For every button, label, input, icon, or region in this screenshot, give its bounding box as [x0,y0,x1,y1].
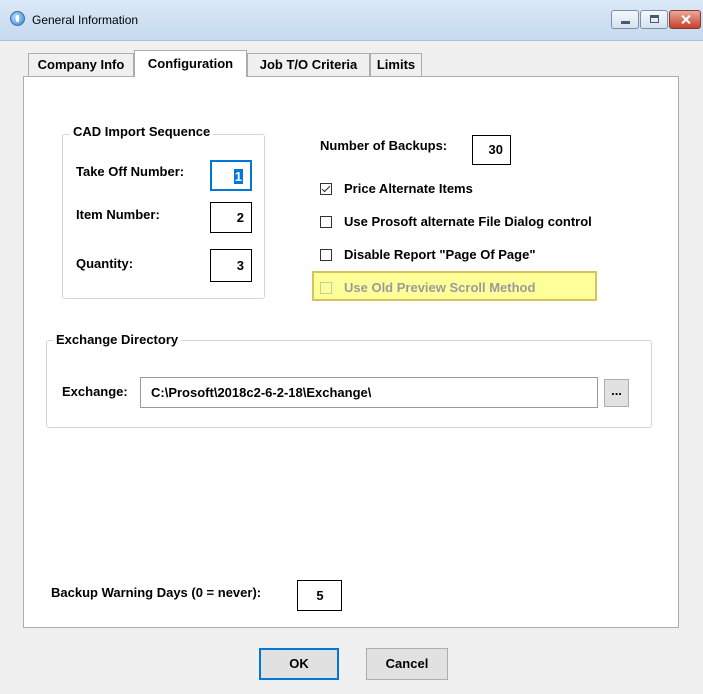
backups-field[interactable]: 30 [472,135,511,165]
take-off-number-label: Take Off Number: [76,164,185,179]
backup-warning-field[interactable]: 5 [297,580,342,611]
price-alternate-label: Price Alternate Items [344,181,473,196]
quantity-label: Quantity: [76,256,134,271]
item-number-label: Item Number: [76,207,160,222]
quantity-field[interactable]: 3 [210,249,252,282]
take-off-number-value: 1 [233,169,243,184]
disable-page-of-page-checkbox[interactable] [320,249,332,261]
backups-label: Number of Backups: [320,138,448,153]
item-number-field[interactable]: 2 [210,202,252,233]
exchange-path-field[interactable]: C:\Prosoft\2018c2-6-2-18\Exchange\ [140,377,598,408]
take-off-number-field[interactable]: 1 [210,160,252,191]
alternate-file-dialog-label: Use Prosoft alternate File Dialog contro… [344,214,592,229]
exchange-label: Exchange: [62,384,128,399]
disable-page-of-page-label: Disable Report "Page Of Page" [344,247,536,262]
exchange-legend: Exchange Directory [53,332,182,347]
alternate-file-dialog-checkbox[interactable] [320,216,332,228]
backup-warning-label: Backup Warning Days (0 = never): [51,585,262,600]
cad-import-legend: CAD Import Sequence [70,124,214,139]
browse-button[interactable]: ... [604,379,629,407]
old-preview-scroll-checkbox[interactable] [320,282,332,294]
old-preview-scroll-label: Use Old Preview Scroll Method [344,280,536,295]
price-alternate-checkbox[interactable] [320,183,332,195]
